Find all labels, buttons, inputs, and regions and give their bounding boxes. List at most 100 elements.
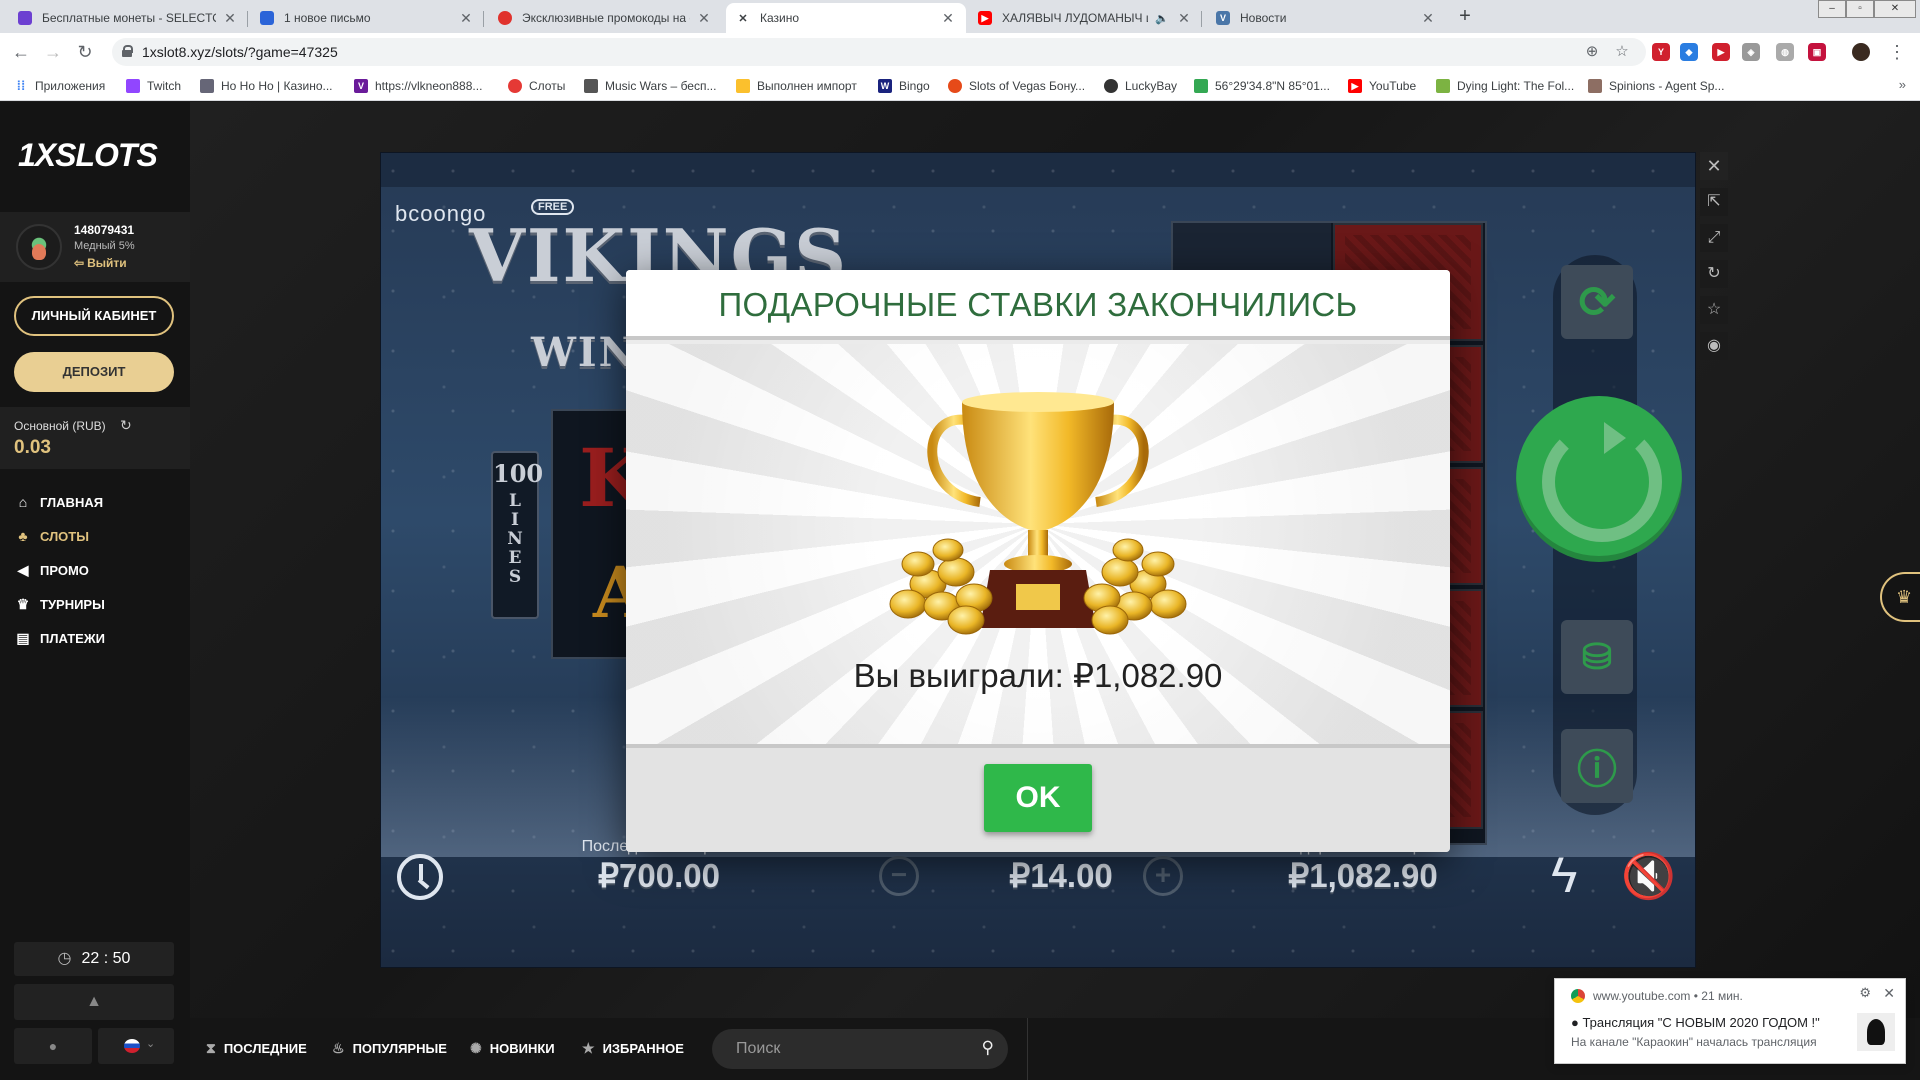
toggle-switch-icon[interactable]: ◉: [1700, 332, 1728, 360]
close-icon[interactable]: ✕: [1883, 985, 1895, 1002]
category-popular[interactable]: ♨ ПОПУЛЯРНЫЕ: [332, 1040, 447, 1057]
turbo-lightning-icon[interactable]: ϟ: [1551, 846, 1577, 904]
history-icon[interactable]: [397, 854, 443, 900]
extension-icon[interactable]: ▣: [1808, 43, 1826, 61]
autoplay-button[interactable]: ⟳: [1561, 265, 1633, 339]
browser-tab[interactable]: Эксклюзивные промокоды на с ✕: [488, 3, 722, 33]
logout-link[interactable]: ⇦ Выйти: [74, 256, 130, 270]
bookmark[interactable]: LuckyBay: [1104, 77, 1177, 95]
bookmark[interactable]: Twitch: [126, 77, 181, 95]
coins-button[interactable]: ⛁: [1561, 620, 1633, 694]
bookmark[interactable]: Ho Ho Ho | Казино...: [200, 77, 333, 95]
more-bookmarks-icon[interactable]: »: [1899, 77, 1906, 92]
gear-icon[interactable]: ⚙: [1859, 985, 1871, 1001]
bookmark[interactable]: ⁞⁞ Приложения: [14, 77, 106, 95]
speaker-icon[interactable]: 🔈: [1154, 12, 1170, 25]
lock-icon: [122, 45, 133, 57]
menu-item-tournaments[interactable]: ♛ ТУРНИРЫ: [14, 587, 184, 621]
category-favorites[interactable]: ★ ИЗБРАННОЕ: [582, 1040, 684, 1057]
favorite-star-icon[interactable]: ☆: [1700, 296, 1728, 324]
extension-icon[interactable]: Y: [1652, 43, 1670, 61]
menu-item-slots[interactable]: ♣ СЛОТЫ: [14, 519, 184, 553]
deposit-button[interactable]: ДЕПОЗИТ: [14, 352, 174, 392]
window-close-button[interactable]: ✕: [1874, 0, 1916, 18]
bookmark[interactable]: Slots of Vegas Бону...: [948, 77, 1085, 95]
menu-item-promo[interactable]: ◀ ПРОМО: [14, 553, 184, 587]
gift-bets-ended-modal: ПОДАРОЧНЫЕ СТАВКИ ЗАКОНЧИЛИСЬ Вы выиграл…: [626, 270, 1450, 852]
new-tab-button[interactable]: +: [1452, 5, 1478, 29]
menu-item-home[interactable]: ⌂ ГЛАВНАЯ: [14, 485, 184, 519]
close-game-icon[interactable]: ✕: [1700, 152, 1728, 180]
close-tab-icon[interactable]: ✕: [1420, 10, 1436, 27]
site-logo[interactable]: 1XSLOTS: [18, 137, 158, 174]
translate-icon[interactable]: ⊕: [1582, 42, 1602, 62]
bookmark[interactable]: Vhttps://vlkneon888...: [354, 77, 482, 95]
ok-button[interactable]: OK: [984, 764, 1092, 832]
browser-menu-icon[interactable]: ⋮: [1886, 41, 1908, 63]
spin-button[interactable]: [1516, 396, 1682, 562]
browser-tab[interactable]: ▶ ХАЛЯВЫЧ ЛУДОМАНЫЧ ш 🔈 ✕: [968, 3, 1202, 33]
increase-bet-button[interactable]: +: [1143, 856, 1183, 896]
menu-label: ПРОМО: [40, 562, 89, 578]
extension-icon[interactable]: ◈: [1742, 43, 1760, 61]
close-tab-icon[interactable]: ✕: [1176, 10, 1192, 27]
bookmark[interactable]: ▶ YouTube: [1348, 77, 1416, 95]
game-subtitle: WIN: [531, 329, 638, 376]
back-arrow-icon[interactable]: ←: [10, 41, 32, 63]
reload-game-icon[interactable]: ↻: [1700, 260, 1728, 288]
browser-tab[interactable]: 1 новое письмо ✕: [250, 3, 484, 33]
forward-arrow-icon[interactable]: →: [42, 41, 64, 63]
search-icon[interactable]: ⚲: [982, 1038, 994, 1058]
globe-extension-icon[interactable]: ◍: [1776, 43, 1794, 61]
clock-minutes: 50: [112, 950, 131, 967]
close-tab-icon[interactable]: ✕: [940, 10, 956, 27]
sound-muted-icon[interactable]: 🔇: [1621, 850, 1676, 902]
profile-avatar[interactable]: [1852, 43, 1870, 61]
user-icon: ●: [48, 1038, 58, 1054]
fullscreen-icon[interactable]: ⤢: [1700, 224, 1728, 252]
bookmark-star-icon[interactable]: ☆: [1612, 42, 1632, 62]
game-search[interactable]: Поиск ⚲: [712, 1029, 1008, 1069]
category-new[interactable]: ✺ НОВИНКИ: [470, 1040, 555, 1057]
info-button[interactable]: ⓘ: [1561, 729, 1633, 803]
bookmark[interactable]: 56°29'34.8"N 85°01...: [1194, 77, 1330, 95]
v-site-icon: V: [354, 79, 368, 93]
bookmark[interactable]: Dying Light: The Fol...: [1436, 77, 1574, 95]
close-tab-icon[interactable]: ✕: [696, 10, 712, 27]
android-app-button[interactable]: ▲: [14, 984, 174, 1020]
star-icon: ★: [582, 1040, 595, 1056]
tab-title: Новости: [1240, 11, 1287, 25]
search-input[interactable]: Поиск: [736, 1040, 780, 1058]
reload-icon[interactable]: ↻: [74, 41, 96, 63]
bookmark[interactable]: Слоты: [508, 77, 565, 95]
decrease-bet-button[interactable]: −: [879, 856, 919, 896]
browser-tab-active[interactable]: ✕ Казино ✕: [726, 3, 966, 33]
profile-button[interactable]: ●: [14, 1028, 92, 1064]
bookmark[interactable]: Music Wars – бесп...: [584, 77, 716, 95]
clock-icon: ◷: [57, 950, 72, 967]
bookmark[interactable]: Выполнен импорт: [736, 77, 857, 95]
browser-notification[interactable]: www.youtube.com • 21 мин. ⚙ ✕ ● Трансляц…: [1554, 978, 1906, 1064]
personal-cabinet-button[interactable]: ЛИЧНЫЙ КАБИНЕТ: [14, 296, 174, 336]
bookmark[interactable]: W Bingo: [878, 77, 930, 95]
menu-item-payments[interactable]: ▤ ПЛАТЕЖИ: [14, 621, 184, 655]
restore-button[interactable]: ▫: [1846, 0, 1874, 18]
share-icon[interactable]: ⇱: [1700, 188, 1728, 216]
browser-tab[interactable]: V Новости ✕: [1206, 3, 1446, 33]
win-amount-text: Вы выиграли: ₽1,082.90: [853, 657, 1223, 694]
close-tab-icon[interactable]: ✕: [222, 10, 238, 27]
language-selector[interactable]: ⌄: [98, 1028, 174, 1064]
address-bar[interactable]: 1xslot8.xyz/slots/?game=47325 ⊕ ☆: [112, 38, 1646, 66]
last-win-value: ₽700.00: [598, 857, 720, 894]
bookmark-label: Выполнен импорт: [757, 79, 857, 93]
close-tab-icon[interactable]: ✕: [458, 10, 474, 27]
category-recent[interactable]: ⧗ ПОСЛЕДНИЕ: [206, 1040, 307, 1057]
browser-tab[interactable]: Бесплатные монеты - SELECTOR ✕: [8, 3, 248, 33]
minimize-button[interactable]: –: [1818, 0, 1846, 18]
extension-icon[interactable]: ▶: [1712, 43, 1730, 61]
url-text: 1xslot8.xyz/slots/?game=47325: [142, 44, 338, 60]
shield-extension-icon[interactable]: ◆: [1680, 43, 1698, 61]
bookmark[interactable]: Spinions - Agent Sp...: [1588, 77, 1724, 95]
refresh-balance-icon[interactable]: ↻: [120, 417, 132, 434]
modal-title: ПОДАРОЧНЫЕ СТАВКИ ЗАКОНЧИЛИСЬ: [718, 286, 1358, 323]
